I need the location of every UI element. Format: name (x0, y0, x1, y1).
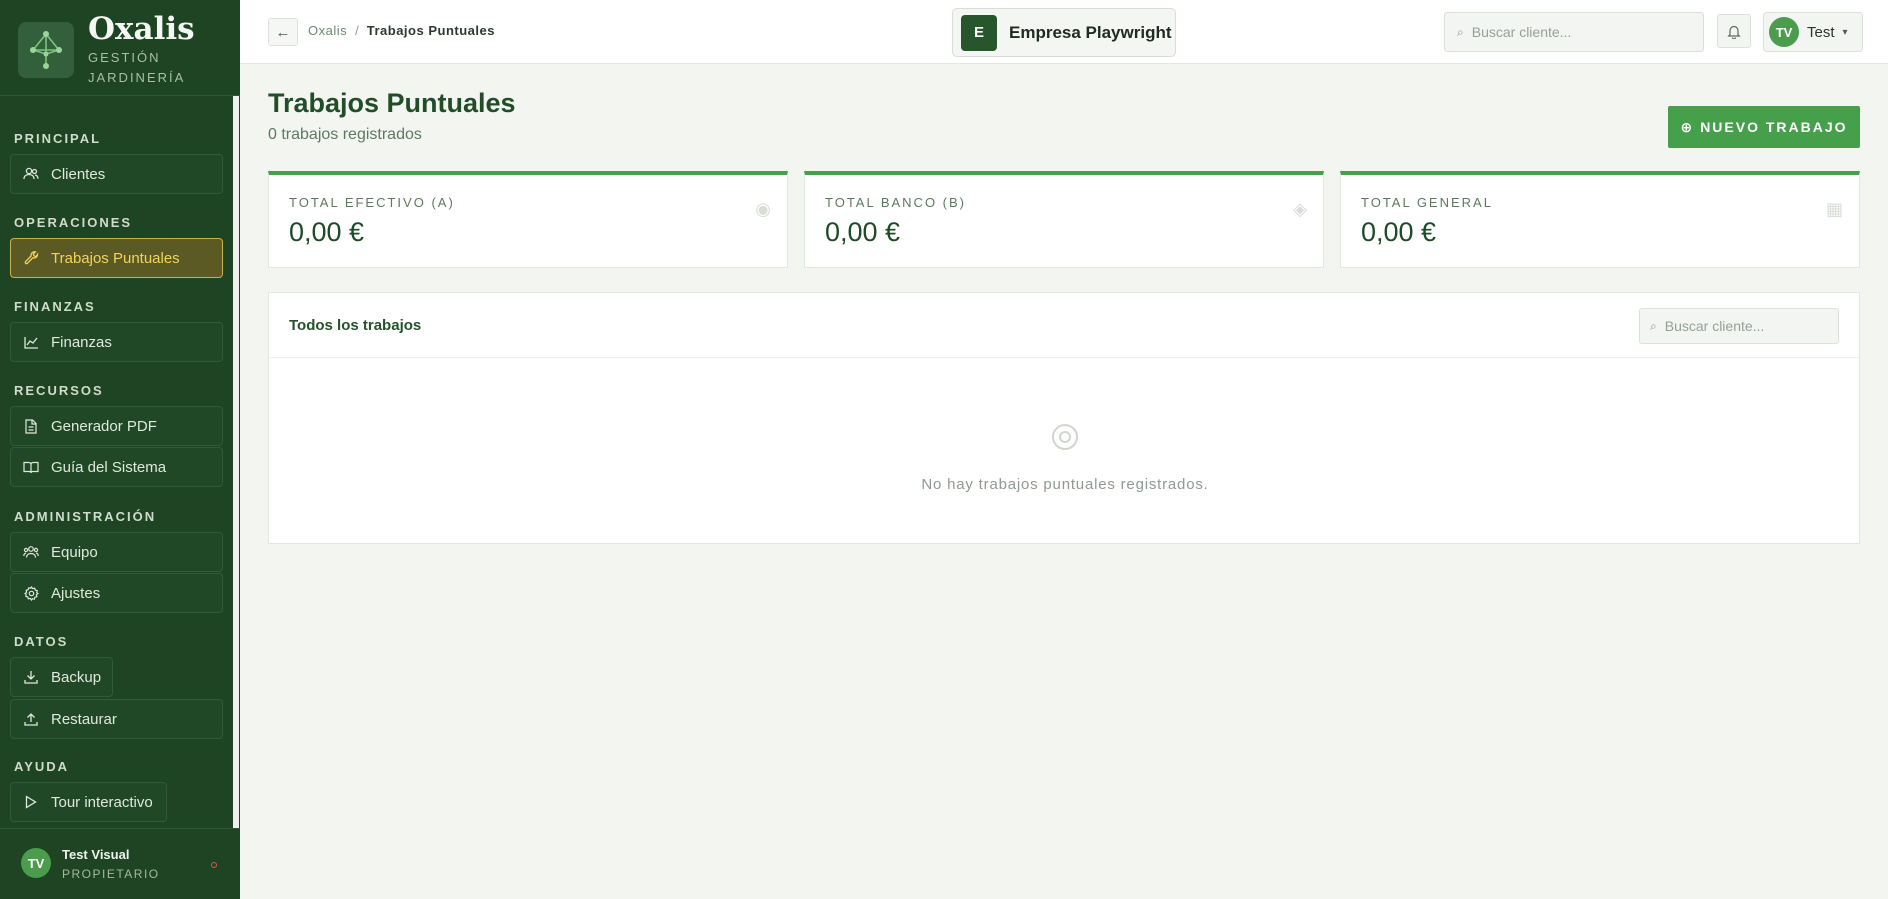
breadcrumb-root[interactable]: Oxalis (308, 23, 347, 38)
sidebar-item-label: Equipo (51, 543, 98, 561)
plus-circle-icon: ⊕ (1680, 118, 1695, 135)
search-input[interactable]: ⌕ Buscar cliente... (1444, 12, 1704, 52)
new-job-label: NUEVO TRABAJO (1700, 119, 1848, 135)
chart-line-icon (23, 334, 39, 350)
section-recursos: RECURSOS (14, 383, 104, 398)
sidebar: Oxalis GESTIÓN JARDINERÍA PRINCIPAL Clie… (0, 0, 240, 899)
user-menu[interactable]: TV Test ▾ (1763, 12, 1863, 52)
search-icon: ⌕ (1457, 24, 1464, 39)
tour-button[interactable]: Tour interactivo (10, 782, 167, 822)
search-placeholder: Buscar cliente... (1664, 318, 1765, 334)
sidebar-footer: TV Test Visual PROPIETARIO (0, 828, 240, 899)
user-menu-name: Test (1807, 23, 1835, 41)
jobs-panel: Todos los trabajos ⌕ Buscar cliente... N… (268, 292, 1860, 544)
stat-card-banco: TOTAL BANCO (B) 0,00 € ◈ (804, 171, 1324, 268)
search-icon: ⌕ (1650, 318, 1657, 333)
sidebar-item-label: Backup (51, 668, 102, 686)
brand: Oxalis GESTIÓN JARDINERÍA (0, 0, 240, 96)
page-title: Trabajos Puntuales (268, 88, 516, 118)
brand-subtitle-2: JARDINERÍA (88, 70, 186, 85)
logo (18, 22, 74, 78)
sidebar-item-label: Trabajos Puntuales (51, 249, 180, 267)
stat-value: 0,00 € (825, 217, 901, 247)
wrench-icon (23, 250, 39, 266)
user-name: Test Visual (62, 847, 130, 862)
stat-label: TOTAL EFECTIVO (A) (289, 195, 455, 210)
play-icon (23, 794, 39, 810)
team-icon (23, 544, 39, 560)
notifications-button[interactable] (1717, 14, 1751, 48)
logout-dot-icon[interactable] (211, 862, 217, 868)
document-icon (23, 418, 39, 434)
upload-icon (23, 711, 39, 727)
section-principal: PRINCIPAL (14, 131, 102, 146)
avatar: TV (1769, 17, 1799, 47)
company-badge: E (961, 14, 997, 51)
sidebar-item-equipo[interactable]: Equipo (10, 532, 223, 572)
back-button[interactable]: ← (268, 18, 298, 46)
stat-label: TOTAL BANCO (B) (825, 195, 966, 210)
section-datos: DATOS (14, 634, 69, 649)
search-placeholder: Buscar cliente... (1471, 24, 1572, 40)
breadcrumb-separator: / (355, 23, 359, 38)
topbar: ← Oxalis / Trabajos Puntuales E Empresa … (240, 0, 1888, 64)
sidebar-item-trabajos-puntuales[interactable]: Trabajos Puntuales (10, 238, 223, 278)
backup-button[interactable]: Backup (10, 657, 113, 697)
page-subtitle: 0 trabajos registrados (268, 126, 422, 143)
new-job-button[interactable]: ⊕ NUEVO TRABAJO (1668, 106, 1860, 148)
sidebar-item-finanzas[interactable]: Finanzas (10, 322, 223, 362)
sidebar-item-label: Clientes (51, 165, 106, 183)
brand-subtitle: GESTIÓN (88, 50, 161, 65)
sidebar-item-label: Finanzas (51, 333, 112, 351)
section-administracion: ADMINISTRACIÓN (14, 509, 157, 524)
stat-value: 0,00 € (1361, 217, 1437, 247)
stat-card-general: TOTAL GENERAL 0,00 € ▦ (1340, 171, 1860, 268)
sidebar-scrollbar[interactable] (233, 96, 239, 828)
stat-card-efectivo: TOTAL EFECTIVO (A) 0,00 € ◉ (268, 171, 788, 268)
bank-icon: ◈ (1293, 199, 1307, 219)
restore-button[interactable]: Restaurar (10, 699, 223, 739)
company-name: Empresa Playwright (1009, 22, 1172, 42)
chevron-down-icon: ▾ (1842, 26, 1848, 38)
panel-search-input[interactable]: ⌕ Buscar cliente... (1639, 308, 1839, 344)
section-finanzas: FINANZAS (14, 299, 96, 314)
sidebar-item-ajustes[interactable]: Ajustes (10, 573, 223, 613)
panel-header (269, 293, 1859, 358)
stat-label: TOTAL GENERAL (1361, 195, 1493, 210)
avatar: TV (21, 848, 51, 878)
users-icon (23, 166, 39, 182)
user-role: PROPIETARIO (62, 867, 160, 881)
sidebar-item-label: Ajustes (51, 584, 101, 602)
sidebar-item-guia-del-sistema[interactable]: Guía del Sistema (10, 447, 223, 487)
empty-state-text: No hay trabajos puntuales registrados. (921, 476, 1209, 493)
sidebar-item-label: Guía del Sistema (51, 458, 167, 476)
sidebar-item-label: Restaurar (51, 710, 117, 728)
network-logo-icon (30, 31, 62, 69)
breadcrumb: Oxalis / Trabajos Puntuales (308, 23, 495, 38)
sidebar-item-label: Generador PDF (51, 417, 157, 435)
breadcrumb-current: Trabajos Puntuales (366, 23, 495, 38)
section-ayuda: AYUDA (14, 759, 70, 774)
download-icon (23, 669, 39, 685)
company-selector[interactable]: E Empresa Playwright (952, 8, 1176, 57)
section-operaciones: OPERACIONES (14, 215, 133, 230)
empty-target-icon (1052, 424, 1078, 450)
bell-icon (1727, 25, 1741, 39)
sidebar-item-generador-pdf[interactable]: Generador PDF (10, 406, 223, 446)
cash-icon: ◉ (755, 199, 771, 219)
stat-value: 0,00 € (289, 217, 365, 247)
sidebar-item-label: Tour interactivo (51, 793, 153, 811)
panel-title: Todos los trabajos (289, 317, 422, 334)
book-icon (23, 459, 39, 475)
grid-icon: ▦ (1825, 199, 1843, 219)
brand-name: Oxalis (88, 11, 195, 47)
sidebar-item-clientes[interactable]: Clientes (10, 154, 223, 194)
gear-icon (23, 585, 39, 601)
